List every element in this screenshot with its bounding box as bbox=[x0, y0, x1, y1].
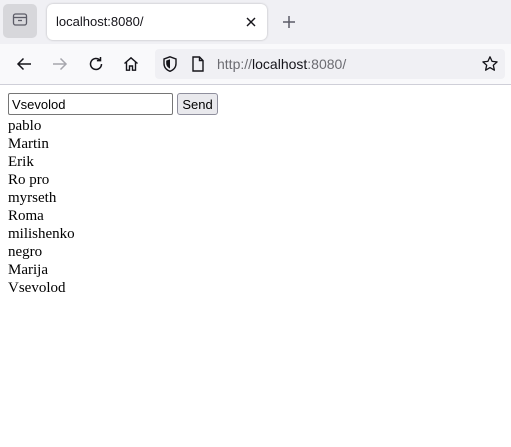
tracking-protection-button[interactable] bbox=[161, 55, 179, 73]
back-button[interactable] bbox=[12, 52, 36, 76]
message-input[interactable] bbox=[8, 93, 173, 115]
message-item: Erik bbox=[8, 154, 34, 170]
message-list: pablo Martin Erik Ro pro myrseth Roma mi… bbox=[8, 117, 75, 297]
send-button[interactable]: Send bbox=[177, 93, 218, 115]
message-item: Ro pro bbox=[8, 172, 50, 188]
close-icon bbox=[246, 17, 256, 27]
page-content: Send pablo Martin Erik Ro pro myrseth Ro… bbox=[0, 85, 511, 447]
plus-icon bbox=[283, 16, 295, 28]
url-port-path: :8080/ bbox=[307, 56, 347, 72]
message-item: myrseth bbox=[8, 190, 57, 206]
navigation-toolbar: http://localhost:8080/ bbox=[0, 44, 511, 85]
site-info-button[interactable] bbox=[189, 55, 207, 73]
message-item: negro bbox=[8, 244, 43, 260]
shield-icon bbox=[163, 56, 177, 73]
message-item: Vsevolod bbox=[8, 280, 66, 296]
list-all-tabs-button[interactable] bbox=[3, 4, 37, 38]
tab-list-icon bbox=[12, 11, 28, 32]
forward-button[interactable] bbox=[48, 52, 72, 76]
message-item: milishenko bbox=[8, 226, 75, 242]
bookmark-button[interactable] bbox=[481, 55, 499, 73]
message-item: Martin bbox=[8, 136, 49, 152]
url-host: localhost bbox=[252, 56, 308, 72]
arrow-left-icon bbox=[16, 57, 31, 71]
tab-strip: localhost:8080/ bbox=[0, 0, 511, 44]
reload-icon bbox=[89, 57, 103, 71]
page-icon bbox=[192, 56, 204, 72]
message-item: Roma bbox=[8, 208, 44, 224]
tab-active[interactable]: localhost:8080/ bbox=[47, 4, 267, 40]
new-tab-button[interactable] bbox=[278, 11, 300, 33]
home-icon bbox=[124, 56, 138, 71]
tab-title: localhost:8080/ bbox=[56, 14, 144, 29]
home-button[interactable] bbox=[119, 52, 143, 76]
message-item: Marija bbox=[8, 262, 48, 278]
url-bar[interactable]: http://localhost:8080/ bbox=[155, 49, 505, 79]
arrow-right-icon bbox=[53, 57, 68, 71]
reload-button[interactable] bbox=[84, 52, 108, 76]
message-item: pablo bbox=[8, 118, 42, 134]
star-icon bbox=[482, 56, 498, 71]
url-protocol: http:// bbox=[217, 56, 253, 72]
close-tab-button[interactable] bbox=[241, 12, 261, 32]
url-text: http://localhost:8080/ bbox=[217, 56, 346, 72]
